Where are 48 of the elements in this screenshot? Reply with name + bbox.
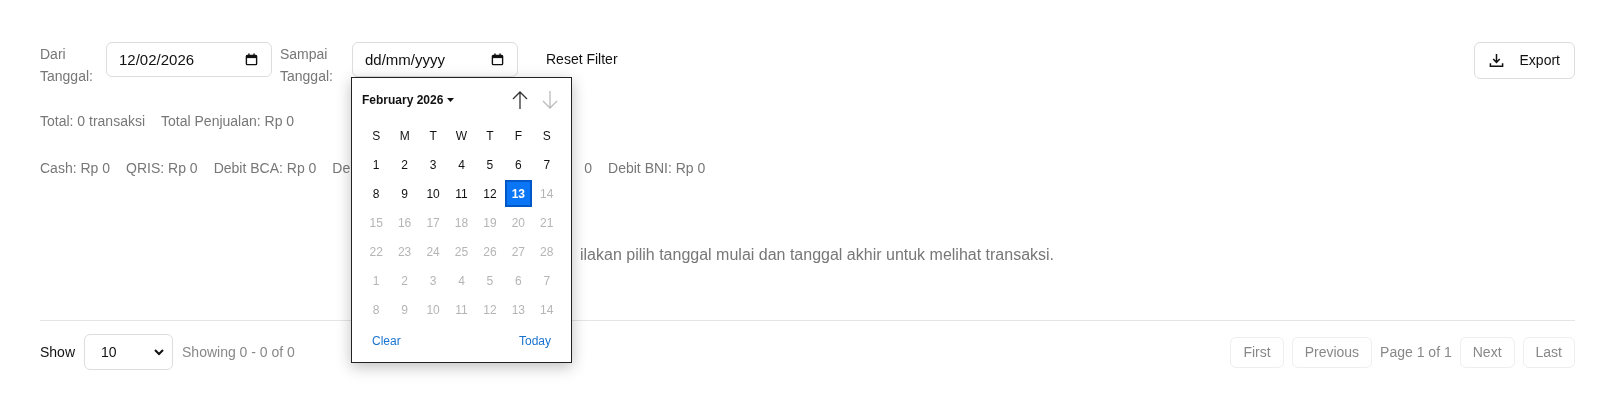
calendar-day[interactable]: 12 <box>476 180 504 207</box>
weekday-label: W <box>454 128 469 145</box>
today-button[interactable]: Today <box>518 332 551 350</box>
calendar-day[interactable]: 3 <box>419 151 447 178</box>
calendar-day[interactable]: 10 <box>419 180 447 207</box>
calendar-day[interactable]: 6 <box>504 151 532 178</box>
showing-text: Showing 0 - 0 of 0 <box>182 342 295 362</box>
date-field[interactable]: 12/02/2026 <box>106 42 272 77</box>
clear-button[interactable]: Clear <box>372 332 401 350</box>
calendar-day[interactable]: 8 <box>362 180 390 207</box>
payment-total: 0 <box>584 159 593 178</box>
weekday-label: M <box>398 128 411 145</box>
page-info: Page 1 of 1 <box>1380 342 1452 362</box>
calendar-day[interactable]: 2 <box>391 151 419 178</box>
chevron-down-icon <box>154 348 165 356</box>
weekday-label: S <box>541 128 552 145</box>
reset-filter-button[interactable]: Reset Filter <box>538 42 626 77</box>
calendar-day[interactable]: 5 <box>476 151 504 178</box>
calendar-day[interactable]: 4 <box>448 151 475 178</box>
calendar-day[interactable]: 7 <box>533 151 561 178</box>
weekday-label: S <box>371 128 382 145</box>
payment-total: Debit BCA: Rp 0 <box>213 159 317 178</box>
arrow-up-icon[interactable] <box>511 90 529 110</box>
calendar-day[interactable]: 11 <box>448 180 475 207</box>
date-label: Dari Tanggal: <box>40 45 94 86</box>
empty-message: ilakan pilih tanggal mulai dan tanggal akhir untuk melihat transaksi. <box>580 246 1055 263</box>
calendar-icon <box>245 53 258 66</box>
caret-icon <box>447 98 455 102</box>
page-size-select[interactable]: 10 <box>84 334 174 370</box>
date-field[interactable]: dd/mm/yyyy <box>352 42 518 77</box>
summary-text: Total Penjualan: Rp 0 <box>161 112 295 131</box>
payment-total: QRIS: Rp 0 <box>126 159 198 178</box>
payment-total: De <box>332 159 351 178</box>
calendar-day[interactable]: 1 <box>362 151 390 178</box>
date-label: Sampai Tanggal: <box>280 45 334 86</box>
calendar-day[interactable]: 13 <box>504 180 532 207</box>
download-icon <box>1488 53 1504 68</box>
payment-total: Debit BNI: Rp 0 <box>608 159 706 178</box>
summary-text: Total: 0 transaksi <box>40 112 146 131</box>
weekday-label: F <box>513 128 523 145</box>
weekday-label: T <box>485 128 495 145</box>
payment-total: Cash: Rp 0 <box>40 159 111 178</box>
calendar-icon <box>491 53 504 66</box>
weekday-label: T <box>428 128 438 145</box>
export-button[interactable]: Export <box>1473 42 1575 79</box>
calendar-day[interactable]: 9 <box>391 180 419 207</box>
show-label: Show <box>40 342 76 362</box>
month-dropdown[interactable]: February 2026 <box>362 91 455 109</box>
